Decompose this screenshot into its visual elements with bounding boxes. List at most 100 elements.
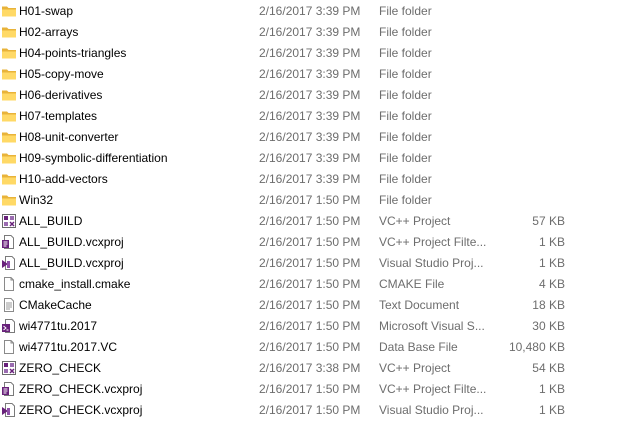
file-name: H08-unit-converter (19, 130, 119, 144)
file-name: H10-add-vectors (19, 172, 108, 186)
file-name: ZERO_CHECK (19, 361, 102, 375)
file-type: File folder (379, 4, 432, 18)
file-row-h10-add-vectors[interactable]: H10-add-vectors 2/16/2017 3:39 PM File fol… (0, 169, 634, 190)
file-name: H02-arrays (19, 25, 79, 39)
file-size: 54 KB (532, 361, 565, 375)
file-row-h09-symbolic-differentiation[interactable]: H09-symbolic-differentiation 2/16/2017 3:… (0, 148, 634, 169)
file-row-wi4771tu-2017-vc[interactable]: wi4771tu.2017.VC 2/16/2017 1:50 PM Data Ba… (0, 337, 634, 358)
file-row-all-build-vcxproj[interactable]: ALL_BUILD.vcxproj 2/16/2017 1:50 PM VC++ P… (0, 232, 634, 253)
file-row-zero-check-vcxproj[interactable]: ZERO_CHECK.vcxproj 2/16/2017 1:50 PM VC++ … (0, 379, 634, 400)
file-size: 4 KB (538, 277, 565, 291)
file-name: H05-copy-move (19, 67, 104, 81)
file-type: CMAKE File (379, 277, 445, 291)
file-type: Text Document (379, 298, 460, 312)
file-type: VC++ Project (379, 214, 451, 228)
file-name: Win32 (19, 193, 54, 207)
file-size: 18 KB (532, 298, 565, 312)
file-type: Visual Studio Proj... (379, 403, 484, 417)
file-type: File folder (379, 67, 432, 81)
file-type: File folder (379, 151, 432, 165)
folder-icon (1, 3, 17, 19)
folder-icon (1, 66, 17, 82)
file-date-modified: 2/16/2017 1:50 PM (259, 382, 361, 396)
file-type: File folder (379, 130, 432, 144)
file-row-h01-swap[interactable]: H01-swap 2/16/2017 3:39 PM File folder (0, 1, 634, 22)
file-name: ZERO_CHECK.vcxproj (19, 403, 143, 417)
folder-icon (1, 150, 17, 166)
folder-icon (1, 129, 17, 145)
vcxproj-icon (1, 360, 17, 376)
file-row-zero-check-vcxproj[interactable]: ZERO_CHECK.vcxproj 2/16/2017 1:50 PM Visua… (0, 400, 634, 421)
file-date-modified: 2/16/2017 3:39 PM (259, 172, 361, 186)
file-name: H04-points-triangles (19, 46, 127, 60)
folder-icon (1, 171, 17, 187)
file-date-modified: 2/16/2017 1:50 PM (259, 277, 361, 291)
file-date-modified: 2/16/2017 3:39 PM (259, 88, 361, 102)
file-type: Microsoft Visual S... (379, 319, 485, 333)
folder-icon (1, 192, 17, 208)
file-type: File folder (379, 172, 432, 186)
file-type: Data Base File (379, 340, 458, 354)
file-row-h06-derivatives[interactable]: H06-derivatives 2/16/2017 3:39 PM File fol… (0, 85, 634, 106)
file-row-zero-check[interactable]: ZERO_CHECK 2/16/2017 3:38 PM VC++ Project 5… (0, 358, 634, 379)
file-type: File folder (379, 193, 432, 207)
file-name: wi4771tu.2017 (19, 319, 98, 333)
file-date-modified: 2/16/2017 1:50 PM (259, 256, 361, 270)
file-list: H01-swap 2/16/2017 3:39 PM File folder H02-… (0, 1, 634, 421)
file-date-modified: 2/16/2017 1:50 PM (259, 193, 361, 207)
vs-solution-icon (1, 318, 17, 334)
file-type: File folder (379, 109, 432, 123)
file-row-h04-points-triangles[interactable]: H04-points-triangles 2/16/2017 3:39 PM Fil… (0, 43, 634, 64)
file-name: ALL_BUILD.vcxproj (19, 256, 124, 270)
file-row-h02-arrays[interactable]: H02-arrays 2/16/2017 3:39 PM File folder (0, 22, 634, 43)
file-type: File folder (379, 88, 432, 102)
file-date-modified: 2/16/2017 3:38 PM (259, 361, 361, 375)
vcxproj-icon (1, 213, 17, 229)
file-type: VC++ Project Filte... (379, 235, 487, 249)
file-size: 10,480 KB (508, 340, 565, 354)
file-row-wi4771tu-2017[interactable]: wi4771tu.2017 2/16/2017 1:50 PM Microsoft … (0, 316, 634, 337)
blank-file-icon (1, 276, 17, 292)
vs-project-user-icon (1, 255, 17, 271)
file-type: Visual Studio Proj... (379, 256, 484, 270)
file-size: 30 KB (532, 319, 565, 333)
file-name: H06-derivatives (19, 88, 103, 102)
file-row-h07-templates[interactable]: H07-templates 2/16/2017 3:39 PM File folde… (0, 106, 634, 127)
file-date-modified: 2/16/2017 1:50 PM (259, 319, 361, 333)
file-row-h08-unit-converter[interactable]: H08-unit-converter 2/16/2017 3:39 PM File … (0, 127, 634, 148)
file-size: 57 KB (532, 214, 565, 228)
folder-icon (1, 108, 17, 124)
file-name: H09-symbolic-differentiation (19, 151, 168, 165)
file-name: H01-swap (19, 4, 74, 18)
file-date-modified: 2/16/2017 3:39 PM (259, 109, 361, 123)
vcxproj-filters-icon (1, 381, 17, 397)
file-name: wi4771tu.2017.VC (19, 340, 118, 354)
file-row-win32[interactable]: Win32 2/16/2017 1:50 PM File folder (0, 190, 634, 211)
file-name: ALL_BUILD.vcxproj (19, 235, 124, 249)
file-row-cmakecache[interactable]: CMakeCache 2/16/2017 1:50 PM Text Document… (0, 295, 634, 316)
file-date-modified: 2/16/2017 1:50 PM (259, 403, 361, 417)
file-row-all-build-vcxproj[interactable]: ALL_BUILD.vcxproj 2/16/2017 1:50 PM Visual… (0, 253, 634, 274)
file-date-modified: 2/16/2017 3:39 PM (259, 46, 361, 60)
file-type: VC++ Project Filte... (379, 382, 487, 396)
file-type: File folder (379, 46, 432, 60)
file-date-modified: 2/16/2017 3:39 PM (259, 4, 361, 18)
folder-icon (1, 45, 17, 61)
folder-icon (1, 24, 17, 40)
file-date-modified: 2/16/2017 1:50 PM (259, 214, 361, 228)
file-size: 1 KB (538, 256, 565, 270)
file-date-modified: 2/16/2017 1:50 PM (259, 235, 361, 249)
file-row-cmake-install-cmake[interactable]: cmake_install.cmake 2/16/2017 1:50 PM CMAK… (0, 274, 634, 295)
vcxproj-filters-icon (1, 234, 17, 250)
file-size: 1 KB (538, 382, 565, 396)
file-date-modified: 2/16/2017 3:39 PM (259, 25, 361, 39)
file-name: ZERO_CHECK.vcxproj (19, 382, 143, 396)
file-date-modified: 2/16/2017 1:50 PM (259, 298, 361, 312)
file-date-modified: 2/16/2017 3:39 PM (259, 67, 361, 81)
folder-icon (1, 87, 17, 103)
text-document-icon (1, 297, 17, 313)
file-type: File folder (379, 25, 432, 39)
file-size: 1 KB (538, 403, 565, 417)
file-row-all-build[interactable]: ALL_BUILD 2/16/2017 1:50 PM VC++ Project 57… (0, 211, 634, 232)
file-row-h05-copy-move[interactable]: H05-copy-move 2/16/2017 3:39 PM File folde… (0, 64, 634, 85)
